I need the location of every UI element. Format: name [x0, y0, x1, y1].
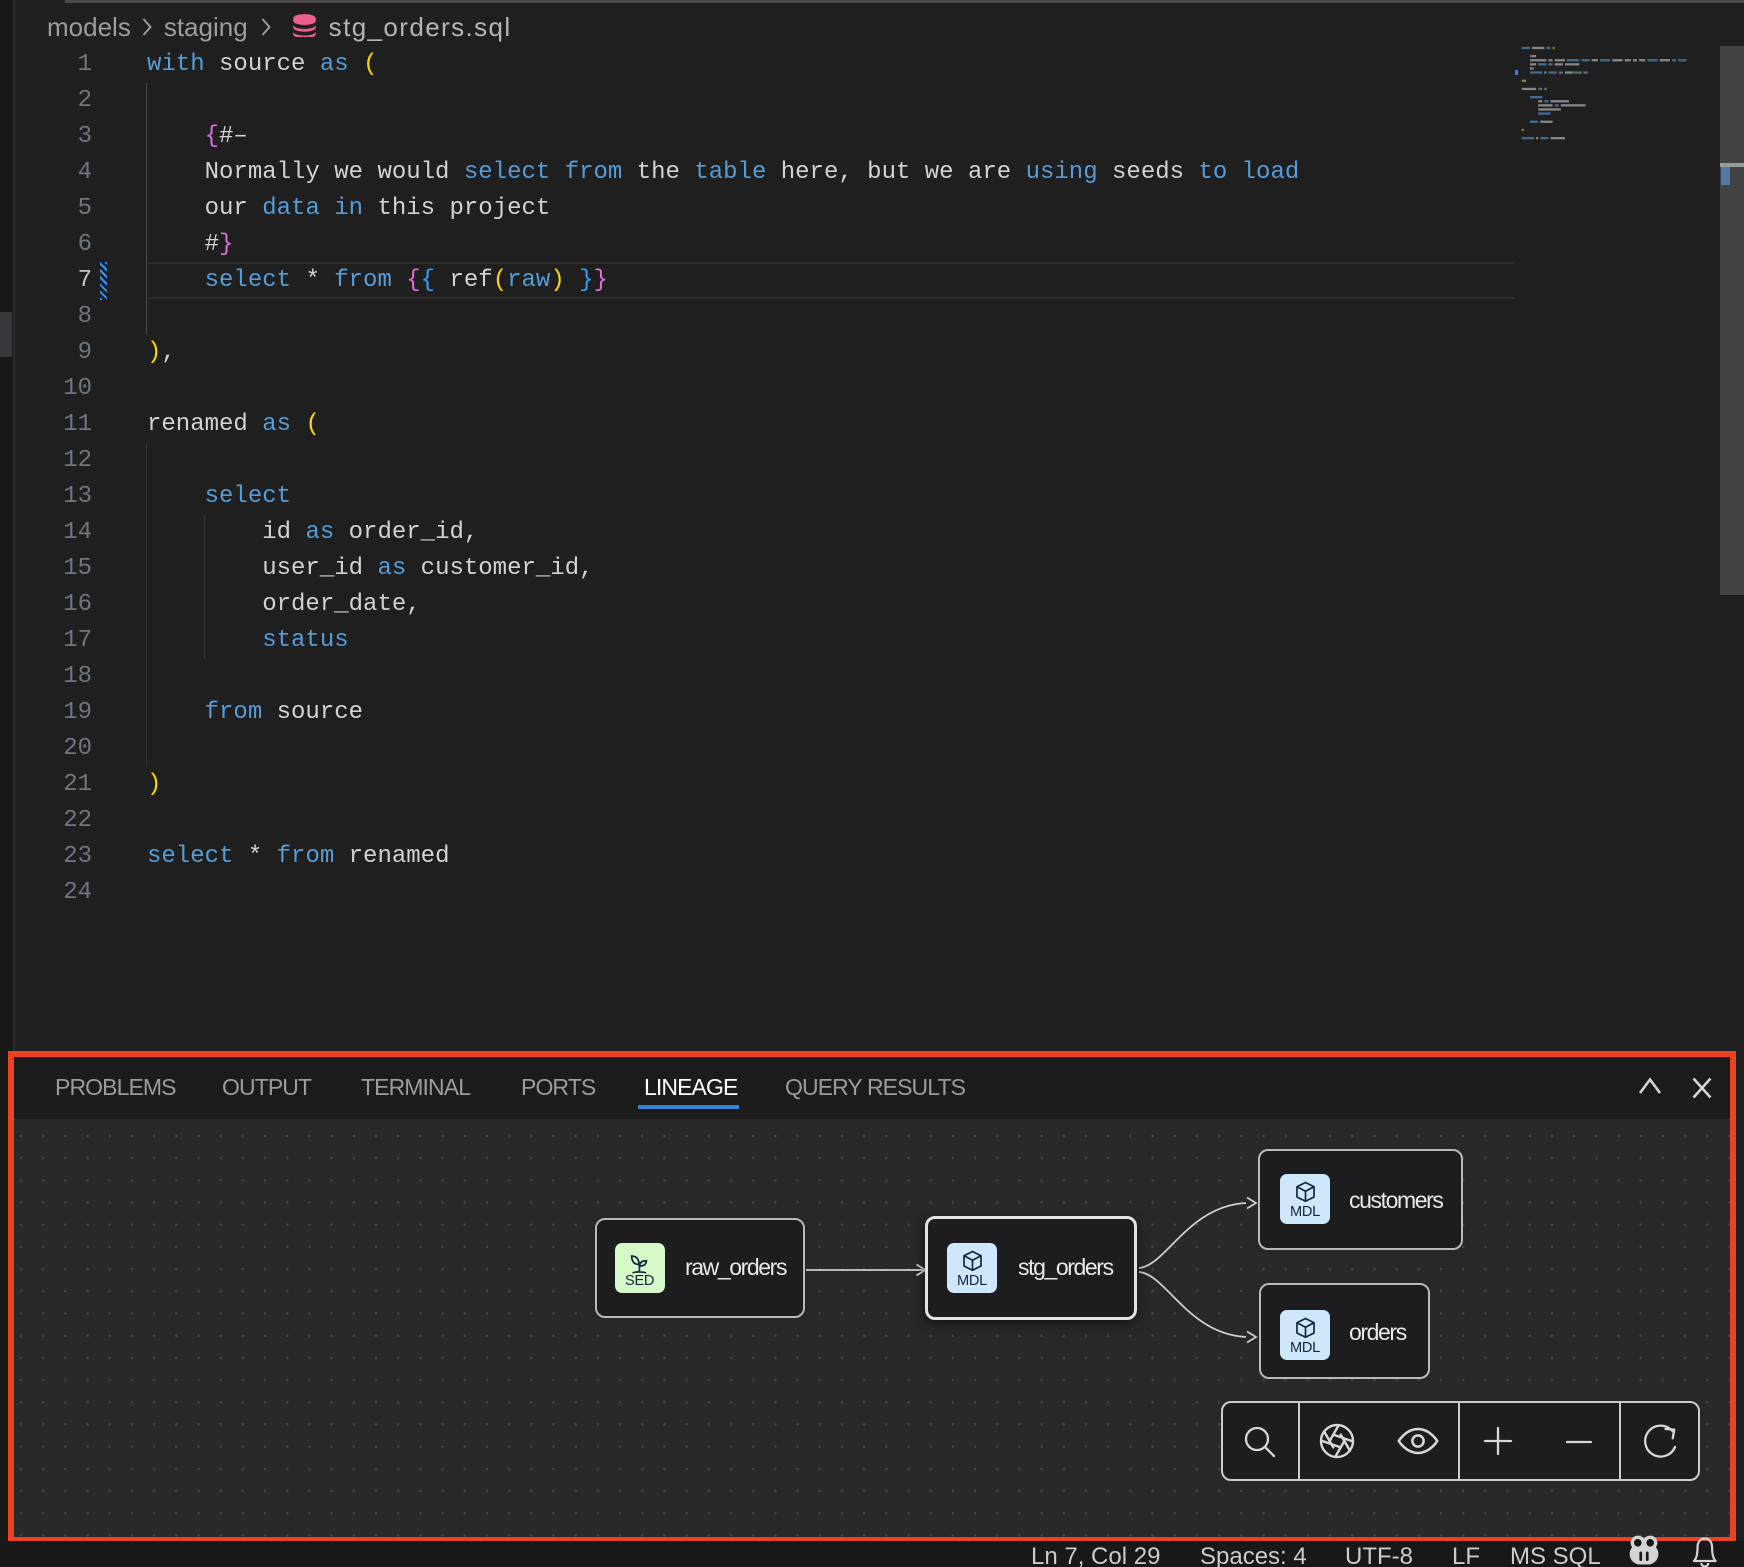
svg-text:MDL: MDL: [1290, 1204, 1320, 1220]
svg-text:SED: SED: [625, 1273, 654, 1289]
svg-text:MDL: MDL: [957, 1273, 987, 1289]
svg-text:MDL: MDL: [1290, 1340, 1320, 1356]
